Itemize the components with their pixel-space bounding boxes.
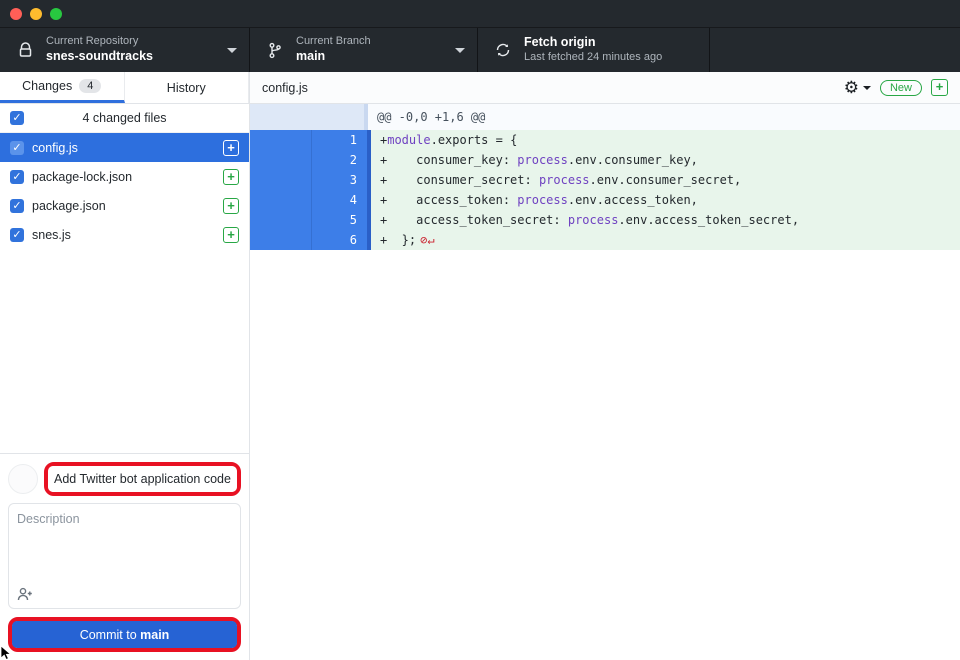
old-line-number-gutter <box>250 150 312 170</box>
diff-header: config.js ⚙ New + <box>250 72 960 104</box>
no-newline-icon: ⊘↵ <box>420 233 434 247</box>
avatar <box>8 464 38 494</box>
chevron-down-icon <box>863 86 871 90</box>
lock-icon <box>16 41 34 59</box>
file-name: snes.js <box>32 228 223 242</box>
tab-history[interactable]: History <box>125 72 250 103</box>
sidebar-spacer <box>0 249 249 453</box>
code-line-content: + access_token_secret: process.env.acces… <box>371 210 960 230</box>
file-row-package-lock.json[interactable]: ✓ package-lock.json+ <box>0 162 249 191</box>
commit-button[interactable]: Commit to main <box>12 621 237 648</box>
zoom-window-button[interactable] <box>50 8 62 20</box>
repository-label: Current Repository <box>46 35 153 49</box>
current-repository-dropdown[interactable]: Current Repository snes-soundtracks <box>0 28 250 72</box>
github-desktop-window: Current Repository snes-soundtracks Curr… <box>0 0 960 660</box>
select-all-checkbox[interactable]: ✓ <box>10 111 24 125</box>
changed-files-count: 4 changed files <box>0 111 249 125</box>
file-name: config.js <box>32 141 223 155</box>
new-line-number: 3 <box>312 170 367 190</box>
new-line-number: 6 <box>312 230 367 250</box>
tab-changes[interactable]: Changes 4 <box>0 72 125 103</box>
close-window-button[interactable] <box>10 8 22 20</box>
new-line-number: 5 <box>312 210 367 230</box>
changed-files-header: 4 changed files ✓ <box>0 104 249 133</box>
new-line-number: 1 <box>312 130 367 150</box>
file-row-config.js[interactable]: ✓ config.js+ <box>0 133 249 162</box>
diff-line-5[interactable]: 5+ access_token_secret: process.env.acce… <box>250 210 960 230</box>
new-line-number: 2 <box>312 150 367 170</box>
hunk-header-text: @@ -0,0 +1,6 @@ <box>368 104 960 130</box>
fetch-origin-button[interactable]: Fetch origin Last fetched 24 minutes ago <box>478 28 710 72</box>
commit-description-box <box>8 503 241 609</box>
old-line-number-gutter <box>250 210 312 230</box>
toolbar-spacer <box>710 28 960 72</box>
toolbar: Current Repository snes-soundtracks Curr… <box>0 28 960 72</box>
new-line-number: 4 <box>312 190 367 210</box>
summary-annotation-highlight <box>44 462 241 496</box>
diff-lines: 1+module.exports = {2+ consumer_key: pro… <box>250 130 960 250</box>
new-badge: New <box>880 80 922 96</box>
file-name: package.json <box>32 199 223 213</box>
chevron-down-icon <box>455 48 465 53</box>
fetch-title: Fetch origin <box>524 35 662 51</box>
code-line-content: + consumer_secret: process.env.consumer_… <box>371 170 960 190</box>
chevron-down-icon <box>227 48 237 53</box>
old-line-number-gutter <box>250 130 312 150</box>
diff-line-1[interactable]: 1+module.exports = { <box>250 130 960 150</box>
branch-name: main <box>296 49 371 65</box>
current-branch-dropdown[interactable]: Current Branch main <box>250 28 478 72</box>
add-coauthor-icon[interactable] <box>17 587 33 601</box>
commit-branch-name: main <box>140 628 169 642</box>
file-checkbox[interactable]: ✓ <box>10 228 24 242</box>
branch-icon <box>266 41 284 59</box>
file-checkbox[interactable]: ✓ <box>10 199 24 213</box>
repository-name: snes-soundtracks <box>46 49 153 65</box>
minimize-window-button[interactable] <box>30 8 42 20</box>
code-line-content: +module.exports = { <box>371 130 960 150</box>
file-checkbox[interactable]: ✓ <box>10 141 24 155</box>
diff-body: @@ -0,0 +1,6 @@ 1+module.exports = {2+ c… <box>250 104 960 660</box>
file-row-package.json[interactable]: ✓ package.json+ <box>0 191 249 220</box>
gear-icon: ⚙ <box>844 79 859 96</box>
tab-changes-label: Changes <box>22 79 72 93</box>
sync-icon <box>494 41 512 59</box>
sidebar-tabbar: Changes 4 History <box>0 72 249 104</box>
changed-file-list: ✓config.js+✓package-lock.json+✓package.j… <box>0 133 249 249</box>
added-status-icon: + <box>223 169 239 185</box>
code-line-content: + };⊘↵ <box>371 230 960 250</box>
commit-form: Commit to main <box>0 453 249 660</box>
file-checkbox[interactable]: ✓ <box>10 170 24 184</box>
diff-line-6[interactable]: 6+ };⊘↵ <box>250 230 960 250</box>
old-line-number-gutter <box>250 230 312 250</box>
changes-count-badge: 4 <box>79 79 101 93</box>
added-status-icon: + <box>223 227 239 243</box>
gear-dropdown-button[interactable]: ⚙ <box>844 79 871 96</box>
hunk-gutter <box>250 104 368 130</box>
diff-line-2[interactable]: 2+ consumer_key: process.env.consumer_ke… <box>250 150 960 170</box>
added-status-icon: + <box>223 140 239 156</box>
branch-label: Current Branch <box>296 35 371 49</box>
commit-button-annotation-highlight: Commit to main <box>8 617 241 652</box>
old-line-number-gutter <box>250 170 312 190</box>
fetch-subtitle: Last fetched 24 minutes ago <box>524 51 662 65</box>
mouse-cursor <box>0 646 12 660</box>
added-status-icon: + <box>223 198 239 214</box>
commit-description-input[interactable] <box>9 504 240 582</box>
diff-line-3[interactable]: 3+ consumer_secret: process.env.consumer… <box>250 170 960 190</box>
titlebar <box>0 0 960 28</box>
commit-summary-input[interactable] <box>48 466 237 492</box>
file-row-snes.js[interactable]: ✓ snes.js+ <box>0 220 249 249</box>
expand-diff-button[interactable]: + <box>931 79 948 96</box>
file-name: package-lock.json <box>32 170 223 184</box>
hunk-header-row: @@ -0,0 +1,6 @@ <box>250 104 960 130</box>
code-line-content: + access_token: process.env.access_token… <box>371 190 960 210</box>
diff-panel: config.js ⚙ New + @@ -0,0 +1,6 @@ 1+modu… <box>250 72 960 660</box>
old-line-number-gutter <box>250 190 312 210</box>
tab-history-label: History <box>167 81 206 95</box>
diff-line-4[interactable]: 4+ access_token: process.env.access_toke… <box>250 190 960 210</box>
changes-sidebar: Changes 4 History 4 changed files ✓ ✓ con… <box>0 72 250 660</box>
diff-file-name: config.js <box>262 81 308 95</box>
code-line-content: + consumer_key: process.env.consumer_key… <box>371 150 960 170</box>
